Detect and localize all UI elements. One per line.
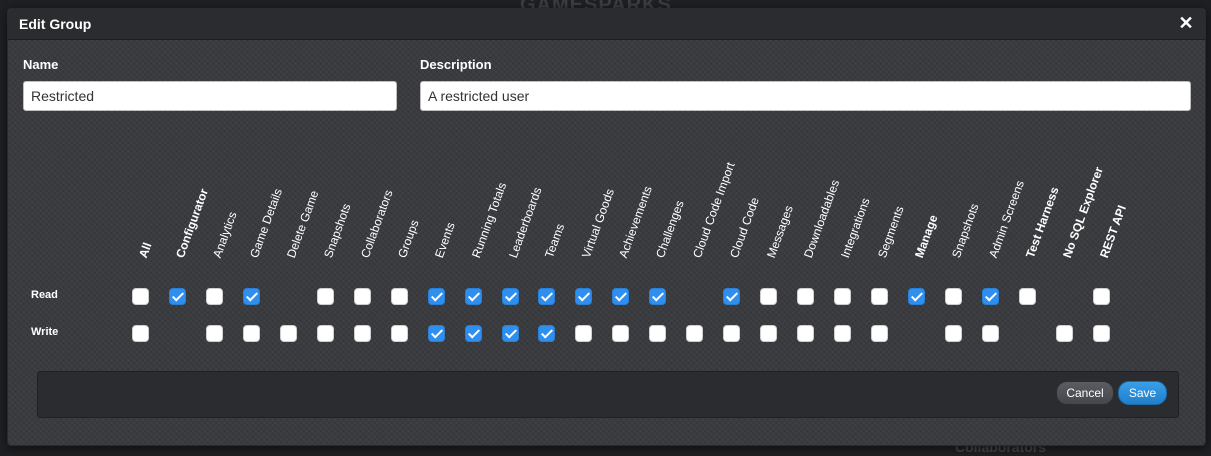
read-checkbox[interactable] xyxy=(391,288,408,305)
write-checkbox[interactable] xyxy=(206,325,223,342)
write-checkbox[interactable] xyxy=(280,325,297,342)
write-checkbox[interactable] xyxy=(612,325,629,342)
read-checkbox[interactable] xyxy=(502,288,519,305)
column-header: REST API xyxy=(1097,203,1129,260)
column-header: Groups xyxy=(395,218,422,260)
save-button[interactable]: Save xyxy=(1118,381,1167,405)
write-checkbox[interactable] xyxy=(317,325,334,342)
column-header: Configurator xyxy=(173,186,212,260)
read-checkbox[interactable] xyxy=(723,288,740,305)
read-checkbox[interactable] xyxy=(612,288,629,305)
read-checkbox[interactable] xyxy=(908,288,925,305)
column-header: Downloadables xyxy=(801,177,843,260)
write-checkbox[interactable] xyxy=(982,325,999,342)
name-input[interactable] xyxy=(23,81,397,111)
read-row-label: Read xyxy=(31,289,58,301)
write-checkbox[interactable] xyxy=(723,325,740,342)
dialog-header: Edit Group ✕ xyxy=(8,9,1205,40)
column-header: Cloud Code xyxy=(727,195,762,260)
read-checkbox[interactable] xyxy=(982,288,999,305)
column-header: Messages xyxy=(764,203,796,260)
column-header: No SQL Explorer xyxy=(1060,164,1106,260)
write-checkbox[interactable] xyxy=(428,325,445,342)
read-checkbox[interactable] xyxy=(132,288,149,305)
write-checkbox[interactable] xyxy=(575,325,592,342)
column-header: Running Totals xyxy=(469,180,510,260)
write-checkbox[interactable] xyxy=(465,325,482,342)
write-checkbox[interactable] xyxy=(502,325,519,342)
write-checkbox[interactable] xyxy=(871,325,888,342)
read-checkbox[interactable] xyxy=(760,288,777,305)
write-checkbox[interactable] xyxy=(1056,325,1073,342)
write-row-label: Write xyxy=(31,326,59,338)
read-checkbox[interactable] xyxy=(797,288,814,305)
column-header: Leaderboards xyxy=(506,185,545,260)
read-checkbox[interactable] xyxy=(538,288,555,305)
read-checkbox[interactable] xyxy=(206,288,223,305)
read-checkbox[interactable] xyxy=(575,288,592,305)
read-checkbox[interactable] xyxy=(169,288,186,305)
write-checkbox[interactable] xyxy=(945,325,962,342)
write-checkbox[interactable] xyxy=(538,325,555,342)
read-checkbox[interactable] xyxy=(834,288,851,305)
write-checkbox[interactable] xyxy=(243,325,260,342)
read-checkbox[interactable] xyxy=(465,288,482,305)
column-header: Snapshots xyxy=(321,201,354,260)
column-header: Virtual Goods xyxy=(579,186,617,260)
column-header: Teams xyxy=(542,221,568,260)
column-header: All xyxy=(136,240,155,260)
column-header: Collaborators xyxy=(358,187,396,260)
description-label: Description xyxy=(420,57,492,72)
dialog-title: Edit Group xyxy=(19,16,92,32)
dialog-footer: Cancel Save xyxy=(37,371,1179,418)
column-header: Game Details xyxy=(247,186,286,260)
column-header: Manage xyxy=(912,213,941,260)
cancel-button[interactable]: Cancel xyxy=(1056,381,1114,405)
write-checkbox[interactable] xyxy=(834,325,851,342)
read-checkbox[interactable] xyxy=(649,288,666,305)
name-label: Name xyxy=(23,57,59,72)
edit-group-dialog: Edit Group ✕ Name Description Read Write… xyxy=(7,8,1206,446)
write-checkbox[interactable] xyxy=(354,325,371,342)
write-checkbox[interactable] xyxy=(686,325,703,342)
column-header: Delete Game xyxy=(284,188,322,260)
read-checkbox[interactable] xyxy=(243,288,260,305)
description-input[interactable] xyxy=(420,81,1191,111)
read-checkbox[interactable] xyxy=(871,288,888,305)
column-header: Admin Screens xyxy=(986,178,1027,260)
read-checkbox[interactable] xyxy=(317,288,334,305)
write-checkbox[interactable] xyxy=(797,325,814,342)
column-header: Events xyxy=(432,220,458,260)
column-header: Analytics xyxy=(210,209,240,260)
column-header: Test Harness xyxy=(1023,185,1062,260)
write-checkbox[interactable] xyxy=(1093,325,1110,342)
column-header: Achievements xyxy=(616,184,655,260)
read-checkbox[interactable] xyxy=(354,288,371,305)
write-checkbox[interactable] xyxy=(132,325,149,342)
read-checkbox[interactable] xyxy=(945,288,962,305)
read-checkbox[interactable] xyxy=(428,288,445,305)
column-header: Integrations xyxy=(838,196,873,260)
write-checkbox[interactable] xyxy=(649,325,666,342)
column-header: Challenges xyxy=(653,198,687,260)
write-checkbox[interactable] xyxy=(391,325,408,342)
read-checkbox[interactable] xyxy=(1093,288,1110,305)
read-checkbox[interactable] xyxy=(1019,288,1036,305)
column-header: Segments xyxy=(875,204,907,260)
write-checkbox[interactable] xyxy=(760,325,777,342)
close-icon[interactable]: ✕ xyxy=(1177,14,1195,32)
column-header: Snapshots xyxy=(949,201,982,260)
